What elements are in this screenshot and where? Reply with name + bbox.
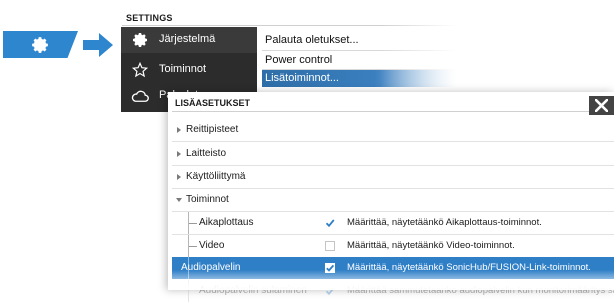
menu-item-label: Lisätoiminnot... [265,72,339,84]
tree-group-label: Reittipisteet [186,124,239,135]
sidebar-item-jarjestelma[interactable]: Järjestelmä [121,27,257,53]
arrow-right-icon [83,33,113,57]
checkbox-unchecked[interactable] [325,241,335,251]
menu-item-label: Power control [265,54,333,66]
gear-icon [133,33,147,47]
settings-title: SETTINGS [126,13,173,23]
sidebar-item-label: Järjestelmä [159,33,216,45]
feature-description: Määrittää, näytetäänkö Aikaplottaus-toim… [347,217,542,228]
settings-shortcut-tile[interactable] [3,31,78,58]
tree-group-label: Toiminnot [186,194,229,205]
sidebar-item-toiminnot[interactable]: Toiminnot [121,57,257,83]
close-icon [595,99,608,112]
tree-group-laitteisto[interactable]: Laitteisto [172,143,614,165]
tree-group-label: Laitteisto [186,148,227,159]
tree-group-kayttoliittyma[interactable]: Käyttöliittymä [172,166,614,188]
feature-label: Video [199,240,225,251]
star-icon [131,62,149,78]
collapse-icon [176,198,182,202]
dialog-title: LISÄASETUKSET [175,98,251,108]
checkbox-checked[interactable] [325,218,335,228]
expand-icon [177,127,181,133]
feature-row-video[interactable]: Video Määrittää, näytetäänkö Video-toimi… [172,235,614,257]
list-fade [168,270,614,290]
close-button[interactable] [589,96,614,115]
tree-group-label: Käyttöliittymä [186,171,246,182]
sidebar-item-label: Toiminnot [159,63,207,75]
expand-icon [177,151,181,157]
feature-label: Aikaplottaus [199,217,254,228]
divider [172,141,614,142]
tree-group-toiminnot[interactable]: Toiminnot [172,189,614,211]
cloud-icon [131,90,149,102]
menu-item-label: Palauta oletukset... [265,34,359,46]
feature-row-aikaplottaus[interactable]: Aikaplottaus Määrittää, näytetäänkö Aika… [172,212,614,234]
tree-line [189,223,197,224]
divider [172,111,612,112]
expand-icon [177,174,181,180]
tree-line [189,246,197,247]
gear-icon [32,37,48,53]
tree-group-reittipisteet[interactable]: Reittipisteet [172,119,614,141]
feature-description: Määrittää, näytetäänkö Video-toiminnot. [347,240,515,251]
